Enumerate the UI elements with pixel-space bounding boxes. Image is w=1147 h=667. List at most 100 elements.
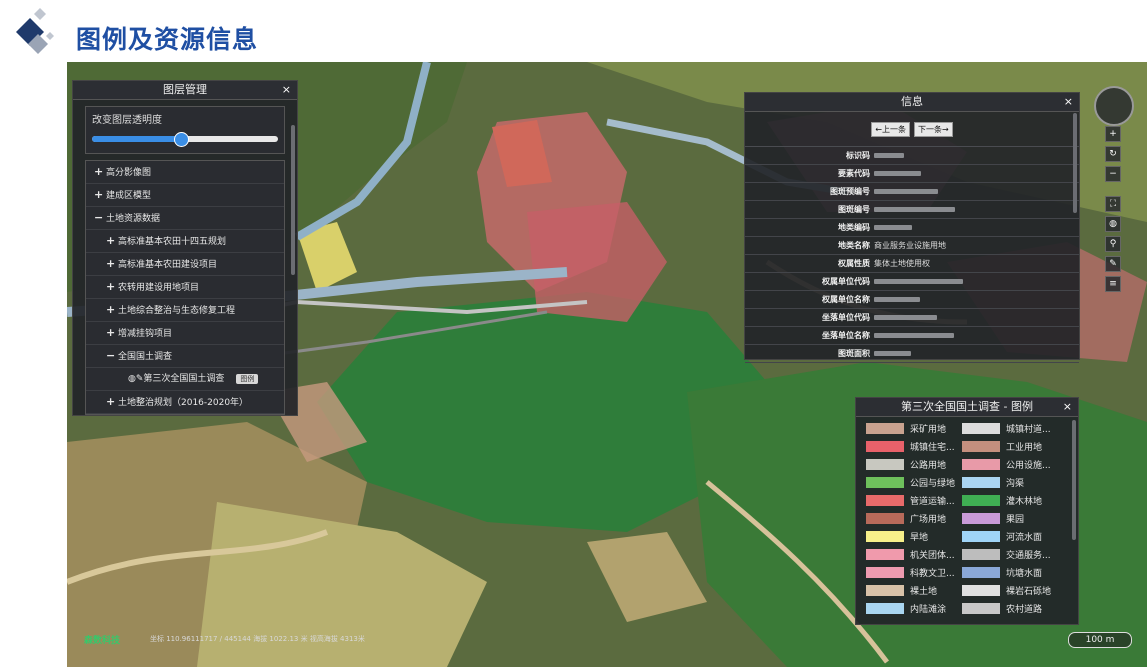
info-key: 权属单位名称 xyxy=(822,295,870,304)
layer-label: 土地综合整治与生态修复工程 xyxy=(118,306,236,316)
info-value xyxy=(874,147,904,164)
info-value xyxy=(874,201,955,218)
layer-item-linkage[interactable]: + 增减挂钩项目 xyxy=(86,322,284,345)
prev-button[interactable]: ←上一条 xyxy=(871,121,910,137)
redacted-value xyxy=(874,297,920,302)
legend-label: 灌木林地 xyxy=(1006,497,1043,507)
layer-label: 土地资源数据 xyxy=(106,214,161,224)
legend-item: 广场用地 xyxy=(866,511,962,526)
redacted-value xyxy=(874,333,954,338)
opacity-slider-knob[interactable] xyxy=(174,132,190,147)
layer-item-land-resources[interactable]: − 土地资源数据 xyxy=(86,207,284,230)
expand-icon[interactable]: + xyxy=(106,276,118,298)
legend-label: 公园与绿地 xyxy=(910,479,956,489)
zoom-in-icon[interactable]: + xyxy=(1105,126,1121,142)
legend-item: 裸岩石砾地 xyxy=(962,583,1058,598)
search-icon[interactable]: ⚲ xyxy=(1105,236,1121,252)
close-icon[interactable]: × xyxy=(1064,93,1073,111)
legend-label: 裸岩石砾地 xyxy=(1006,587,1052,597)
layer-label: 高标准基本农田十四五规划 xyxy=(118,237,227,247)
legend-swatch xyxy=(962,495,1000,506)
scrollbar[interactable] xyxy=(1073,113,1077,213)
tool-gap xyxy=(1105,186,1121,196)
info-row: 要素代码 xyxy=(745,165,1079,183)
legend-swatch xyxy=(962,531,1000,542)
legend-panel-title: 第三次全国国土调查 - 图例 xyxy=(901,400,1033,413)
layer-label: 农转用建设用地项目 xyxy=(118,283,200,293)
opacity-slider[interactable] xyxy=(92,132,278,147)
info-value xyxy=(874,183,938,200)
legend-item: 裸土地 xyxy=(866,583,962,598)
layer-label: 第三次全国国土调查 xyxy=(143,374,225,384)
info-row: 权属单位名称 xyxy=(745,291,1079,309)
legend-label: 工业用地 xyxy=(1006,443,1043,453)
expand-icon[interactable]: + xyxy=(106,322,118,344)
brand-logo: 森数科技 xyxy=(84,636,121,646)
compass-icon[interactable] xyxy=(1094,86,1134,126)
legend-item: 坑塘水面 xyxy=(962,565,1058,580)
layer-label: 建成区模型 xyxy=(106,191,152,201)
layer-item-conversion[interactable]: + 农转用建设用地项目 xyxy=(86,276,284,299)
legend-item: 科教文卫... xyxy=(866,565,962,580)
legend-item: 灌木林地 xyxy=(962,493,1058,508)
legend-button[interactable]: 图例 xyxy=(236,374,259,384)
info-row: 坐落单位名称 xyxy=(745,327,1079,345)
legend-label: 机关团体... xyxy=(910,551,955,561)
info-table: 标识码 要素代码 图斑预编号 图斑编号 地类编码 地类名称 商业服务业设施用地 权属性质 集体土… xyxy=(745,147,1079,363)
zoom-out-icon[interactable]: − xyxy=(1105,166,1121,182)
page-header: 图例及资源信息 xyxy=(0,0,1147,62)
legend-label: 农村道路 xyxy=(1006,605,1043,615)
legend-item: 旱地 xyxy=(866,529,962,544)
expand-icon[interactable]: + xyxy=(106,391,118,413)
layer-panel-header: 图层管理 × xyxy=(73,81,297,100)
legend-item: 工业用地 xyxy=(962,439,1058,454)
legend-panel: 第三次全国国土调查 - 图例 × 采矿用地 城镇村道... 城镇住宅... 工业用地公… xyxy=(855,397,1079,625)
layer-item-survey[interactable]: − 全国国土调查 xyxy=(86,345,284,368)
expand-icon[interactable]: + xyxy=(94,161,106,183)
scrollbar[interactable] xyxy=(1072,420,1076,540)
close-icon[interactable]: × xyxy=(282,81,291,99)
fullscreen-icon[interactable]: ⛶ xyxy=(1105,196,1121,212)
reset-view-icon[interactable]: ↻ xyxy=(1105,146,1121,162)
scrollbar[interactable] xyxy=(291,125,295,275)
info-value xyxy=(874,327,954,344)
info-value: 商业服务业设施用地 xyxy=(874,241,946,250)
info-row: 图斑面积 xyxy=(745,345,1079,363)
map-toolbar: + ↻ − ⛶ ◍ ⚲ ✎ ≡ xyxy=(1105,126,1121,296)
layer-label: 高标准基本农田建设项目 xyxy=(118,260,218,270)
collapse-icon[interactable]: − xyxy=(106,345,118,367)
menu-icon[interactable]: ≡ xyxy=(1105,276,1121,292)
redacted-value xyxy=(874,153,904,158)
layer-item-plan-2016[interactable]: + 土地整治规划（2016-2020年） xyxy=(86,391,284,414)
layer-item-farmland-projects[interactable]: + 高标准基本农田建设项目 xyxy=(86,253,284,276)
page-title: 图例及资源信息 xyxy=(76,25,259,54)
globe-icon[interactable]: ◍ xyxy=(1105,216,1121,232)
redacted-value xyxy=(874,279,963,284)
legend-label: 城镇村道... xyxy=(1006,425,1051,435)
layer-item-imagery[interactable]: + 高分影像图 xyxy=(86,161,284,184)
legend-item: 河流水面 xyxy=(962,529,1058,544)
layer-item-builtup[interactable]: + 建成区模型 xyxy=(86,184,284,207)
layer-item-restoration[interactable]: + 土地综合整治与生态修复工程 xyxy=(86,299,284,322)
legend-swatch xyxy=(866,513,904,524)
layer-item-farmland-plan[interactable]: + 高标准基本农田十四五规划 xyxy=(86,230,284,253)
expand-icon[interactable]: + xyxy=(94,184,106,206)
layer-item-third-survey[interactable]: ◍✎第三次全国国土调查 图例 xyxy=(86,368,284,391)
expand-icon[interactable]: + xyxy=(106,299,118,321)
collapse-icon[interactable]: − xyxy=(94,207,106,229)
expand-icon[interactable]: + xyxy=(106,230,118,252)
expand-icon[interactable]: + xyxy=(106,253,118,275)
logo-icon xyxy=(16,8,54,54)
next-button[interactable]: 下一条→ xyxy=(914,121,953,137)
legend-label: 裸土地 xyxy=(910,587,938,597)
legend-swatch xyxy=(866,531,904,542)
close-icon[interactable]: × xyxy=(1063,398,1072,416)
layer-panel-title: 图层管理 xyxy=(163,83,207,96)
legend-label: 坑塘水面 xyxy=(1006,569,1043,579)
legend-label: 管道运输... xyxy=(910,497,955,507)
globe-icon[interactable]: ◍ xyxy=(128,374,136,384)
legend-item: 农村道路 xyxy=(962,601,1058,616)
legend-item: 采矿用地 xyxy=(866,421,962,436)
wrench-icon[interactable]: ✎ xyxy=(1105,256,1121,272)
info-key: 图斑预编号 xyxy=(830,187,870,196)
